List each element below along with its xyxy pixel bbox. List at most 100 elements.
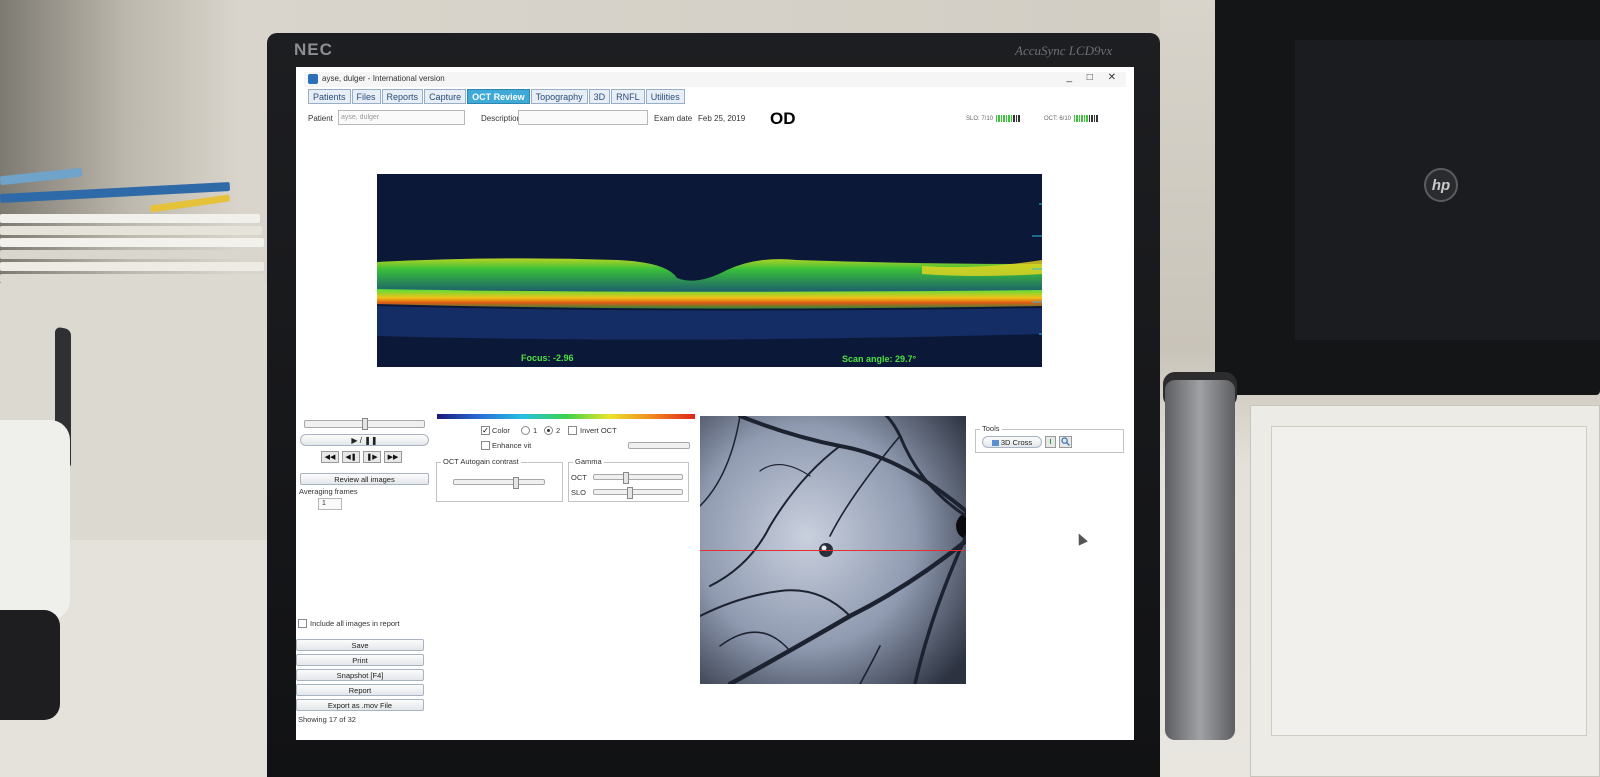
report-button[interactable]: Report bbox=[296, 684, 424, 696]
tab-utilities[interactable]: Utilities bbox=[645, 89, 685, 104]
averaging-frames-label: Averaging frames bbox=[299, 487, 358, 496]
tab-topography[interactable]: Topography bbox=[530, 89, 588, 104]
oct-autogain-title: OCT Autogain contrast bbox=[441, 457, 521, 466]
3d-cross-button[interactable]: 3D Cross bbox=[982, 436, 1042, 448]
app-screen: ayse, dulger - International version _ □… bbox=[296, 67, 1134, 740]
include-all-images-label: Include all images in report bbox=[310, 619, 400, 628]
enhance-vit-checkbox[interactable] bbox=[481, 441, 490, 450]
play-pause-button[interactable]: ▶ / ❚❚ bbox=[300, 434, 429, 446]
window-controls[interactable]: _ □ ✕ bbox=[1066, 72, 1122, 83]
frame-slider-thumb[interactable] bbox=[362, 418, 368, 430]
printer bbox=[1215, 0, 1600, 395]
colormap-radio-2[interactable] bbox=[544, 426, 553, 435]
export-mov-button[interactable]: Export as .mov File bbox=[296, 699, 424, 711]
first-frame-button[interactable]: ◀◀ bbox=[321, 451, 339, 463]
tab-3d[interactable]: 3D bbox=[588, 89, 611, 104]
slo-quality-bar-segment bbox=[1005, 115, 1008, 122]
next-frame-button[interactable]: ❚▶ bbox=[363, 451, 381, 463]
gamma-oct-label: OCT bbox=[571, 473, 587, 482]
scan-angle-readout: Scan angle: 29.7° bbox=[842, 354, 917, 364]
color-checkbox[interactable]: ✓ bbox=[481, 426, 490, 435]
colormap-radio-1-label: 1 bbox=[533, 426, 538, 435]
gamma-title: Gamma bbox=[573, 457, 604, 466]
mouse-cursor-icon bbox=[1074, 531, 1088, 546]
autogain-slider-thumb[interactable] bbox=[513, 477, 519, 489]
gamma-oct-slider[interactable] bbox=[593, 472, 683, 484]
oct-quality-bar-segment bbox=[1091, 115, 1093, 122]
3d-cross-label: 3D Cross bbox=[1000, 438, 1033, 447]
gamma-slo-slider-thumb[interactable] bbox=[627, 487, 633, 499]
oct-quality-bars bbox=[1073, 115, 1098, 122]
slo-quality-bar-segment bbox=[998, 115, 1000, 122]
oct-quality-bar-segment bbox=[1078, 115, 1081, 122]
colormap-radio-2-label: 2 bbox=[556, 426, 561, 435]
tab-rnfl[interactable]: RNFL bbox=[611, 89, 645, 104]
review-all-images-button[interactable]: Review all images bbox=[300, 473, 429, 485]
autogain-slider[interactable] bbox=[453, 477, 545, 489]
oct-quality-bar-segment bbox=[1088, 115, 1091, 122]
previous-frame-button[interactable]: ◀❚ bbox=[342, 451, 360, 463]
book-stack bbox=[0, 167, 265, 284]
slo-quality-text: SLO: 7/10 bbox=[966, 116, 994, 123]
window-title: ayse, dulger - International version bbox=[322, 74, 445, 83]
gamma-oct-slider-thumb[interactable] bbox=[623, 472, 629, 484]
patient-label: Patient bbox=[308, 114, 333, 123]
exam-header: Patient ayse, dulger Description Exam da… bbox=[306, 109, 1116, 128]
exam-date-label: Exam date bbox=[654, 114, 693, 123]
oct-bscan-image[interactable]: Focus: -2.96 Scan angle: 29.7° bbox=[377, 174, 1042, 367]
monitor-brand: NEC bbox=[294, 40, 333, 59]
slo-quality: SLO: 7/10 bbox=[966, 115, 1020, 122]
print-button[interactable]: Print bbox=[296, 654, 424, 666]
left-device bbox=[0, 420, 70, 620]
oct-autogain-group: OCT Autogain contrast bbox=[436, 457, 563, 502]
enhance-level-slider[interactable] bbox=[628, 442, 690, 449]
tab-oct-review[interactable]: OCT Review bbox=[467, 89, 530, 104]
description-field[interactable] bbox=[518, 110, 648, 125]
colormap-radio-1[interactable] bbox=[521, 426, 530, 435]
invert-oct-checkbox[interactable] bbox=[568, 426, 577, 435]
photo-scene: hp NEC AccuSync LCD9vx ayse, dulger - In… bbox=[0, 0, 1600, 777]
oct-quality-bar-segment bbox=[1093, 115, 1096, 122]
scan-position-line bbox=[700, 550, 966, 551]
invert-oct-label: Invert OCT bbox=[580, 426, 617, 435]
oct-quality-bar-segment bbox=[1076, 115, 1078, 122]
right-cabinet bbox=[1250, 405, 1600, 777]
tab-capture[interactable]: Capture bbox=[424, 89, 467, 104]
gamma-slo-label: SLO bbox=[571, 488, 587, 497]
monitor-model: AccuSync LCD9vx bbox=[1015, 43, 1113, 58]
eye-indicator: OD bbox=[770, 109, 796, 128]
tools-title: Tools bbox=[980, 424, 1002, 433]
save-button[interactable]: Save bbox=[296, 639, 424, 651]
snapshot-button[interactable]: Snapshot [F4] bbox=[296, 669, 424, 681]
slo-quality-bar-segment bbox=[1010, 115, 1013, 122]
patient-field[interactable]: ayse, dulger bbox=[338, 110, 465, 125]
frame-slider[interactable] bbox=[304, 418, 425, 430]
slo-quality-bar-segment bbox=[1013, 115, 1015, 122]
tab-patients[interactable]: Patients bbox=[308, 89, 351, 104]
device-stand bbox=[1165, 380, 1235, 740]
oct-quality-text: OCT: 6/10 bbox=[1044, 116, 1072, 123]
oct-quality-bar-segment bbox=[1086, 115, 1088, 122]
gamma-slo-slider[interactable] bbox=[593, 487, 683, 499]
oct-quality-bar-segment bbox=[1081, 115, 1083, 122]
slo-quality-bar-segment bbox=[1018, 115, 1020, 122]
tab-files[interactable]: Files bbox=[351, 89, 381, 104]
description-label: Description bbox=[481, 114, 522, 123]
oct-quality: OCT: 6/10 bbox=[1044, 115, 1098, 122]
slo-fundus-image[interactable] bbox=[700, 416, 966, 684]
exam-date-value: Feb 25, 2019 bbox=[698, 114, 746, 123]
color-scale-bar bbox=[437, 414, 695, 419]
slo-quality-bar-segment bbox=[995, 115, 998, 122]
tools-group: Tools 3D Cross I bbox=[975, 424, 1124, 453]
include-all-images-checkbox[interactable] bbox=[298, 619, 307, 628]
info-icon[interactable]: I bbox=[1045, 436, 1056, 448]
slo-quality-bar-segment bbox=[1003, 115, 1005, 122]
color-label: Color bbox=[492, 426, 510, 435]
tab-reports[interactable]: Reports bbox=[381, 89, 424, 104]
cube-icon bbox=[991, 440, 999, 447]
last-frame-button[interactable]: ▶▶ bbox=[384, 451, 402, 463]
main-tabs: Patients Files Reports Capture OCT Revie… bbox=[308, 89, 686, 104]
magnifier-icon[interactable] bbox=[1059, 436, 1072, 448]
averaging-frames-stepper[interactable]: 1 bbox=[318, 498, 342, 510]
oct-quality-bar-segment bbox=[1083, 115, 1086, 122]
